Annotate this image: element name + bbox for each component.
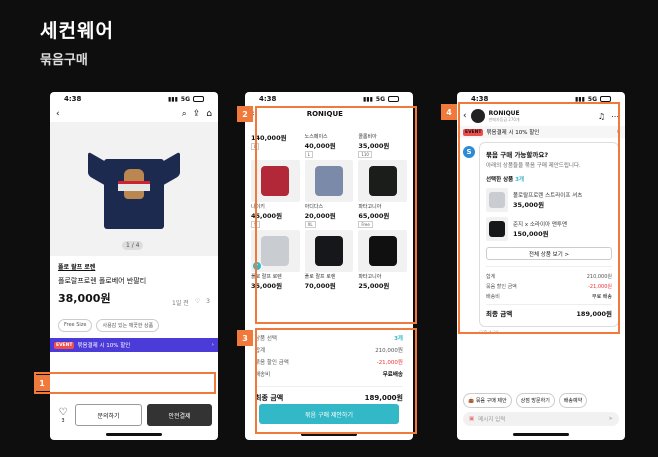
posted-time: 1일 전 bbox=[172, 300, 189, 307]
send-icon[interactable]: ➤ bbox=[608, 416, 613, 422]
quick-reply-bundle[interactable]: 👜 묶음 구매 제안 bbox=[463, 393, 512, 408]
network-label: 5G bbox=[375, 95, 385, 103]
signal-icon: ▮▮▮ bbox=[167, 95, 178, 103]
chip-size: Free Size bbox=[58, 319, 93, 332]
product-info: 폴로 랄프 로렌 폴로랄프로렌 폴로베어 반팔티 38,000원 1일 전 ♡ 3 bbox=[50, 256, 218, 313]
quick-reply-delivery[interactable]: 배송예약 bbox=[558, 393, 588, 408]
battery-icon bbox=[388, 96, 399, 102]
status-bar: 4:38 ▮▮▮ 5G bbox=[50, 92, 218, 106]
share-icon[interactable]: ⇪ bbox=[193, 109, 201, 119]
chip-condition: 사용감 있는 깨끗한 상품 bbox=[96, 319, 160, 332]
page-title: 세컨웨어 bbox=[40, 20, 114, 42]
quick-replies: 👜 묶음 구매 제안 상점 방문하기 배송예약 bbox=[463, 393, 619, 408]
safe-pay-button[interactable]: 안전결제 bbox=[147, 404, 212, 426]
home-indicator bbox=[106, 433, 162, 436]
bundle-event-banner[interactable]: EVENT 묶음결제 시 10% 할인 › bbox=[50, 338, 218, 352]
product-name: 폴로랄프로렌 폴로베어 반팔티 bbox=[58, 277, 147, 285]
event-badge: EVENT bbox=[54, 341, 75, 349]
quick-reply-visit[interactable]: 상점 방문하기 bbox=[515, 393, 555, 408]
status-bar: 4:38 ▮▮▮ 5G bbox=[245, 92, 413, 106]
status-time: 4:38 bbox=[64, 95, 82, 103]
page-header: 세컨웨어 묶음구매 bbox=[40, 16, 114, 68]
signal-icon: ▮▮▮ bbox=[362, 95, 373, 103]
top-nav: ‹ ⌕ ⇪ ⌂ bbox=[50, 106, 218, 122]
attach-icon[interactable]: ▣ bbox=[469, 416, 474, 422]
bag-icon: 👜 bbox=[468, 398, 475, 404]
back-icon[interactable]: ‹ bbox=[56, 109, 60, 119]
heart-icon[interactable]: ♡ bbox=[56, 407, 70, 418]
search-icon[interactable]: ⌕ bbox=[182, 109, 187, 119]
message-input[interactable]: 메시지 입력 bbox=[478, 415, 505, 423]
heart-count: 3 bbox=[61, 417, 65, 424]
home-indicator bbox=[513, 433, 569, 436]
bottom-actions: ♡ 3 문의하기 안전결제 bbox=[56, 404, 212, 426]
highlight-box-2 bbox=[255, 106, 417, 324]
chip-row: Free Size 사용감 있는 깨끗한 상품 bbox=[50, 313, 218, 332]
like-icon: ♡ bbox=[194, 298, 201, 305]
highlight-box-3 bbox=[255, 328, 417, 434]
product-image[interactable]: 1 / 4 bbox=[50, 122, 218, 256]
home-icon[interactable]: ⌂ bbox=[206, 109, 212, 119]
page-subtitle: 묶음구매 bbox=[40, 53, 88, 68]
status-time: 4:38 bbox=[259, 95, 277, 103]
network-label: 5G bbox=[180, 95, 190, 103]
chevron-right-icon: › bbox=[211, 342, 214, 348]
tshirt-illustration bbox=[88, 151, 180, 229]
highlight-box-1 bbox=[34, 372, 216, 394]
quick-reply-label: 묶음 구매 제안 bbox=[475, 398, 507, 404]
brand-link[interactable]: 폴로 랄프 로렌 bbox=[58, 262, 210, 271]
battery-icon bbox=[193, 96, 204, 102]
marker-4: 4 bbox=[441, 104, 457, 120]
marker-2: 2 bbox=[237, 106, 253, 122]
highlight-box-4 bbox=[458, 102, 620, 334]
inquiry-button[interactable]: 문의하기 bbox=[75, 404, 142, 426]
message-input-bar[interactable]: ▣ 메시지 입력 ➤ bbox=[463, 412, 619, 426]
image-counter: 1 / 4 bbox=[122, 241, 144, 250]
event-text: 묶음결제 시 10% 할인 bbox=[77, 343, 131, 349]
marker-3: 3 bbox=[237, 330, 253, 346]
like-count: 3 bbox=[206, 298, 210, 305]
marker-1: 1 bbox=[34, 375, 50, 391]
